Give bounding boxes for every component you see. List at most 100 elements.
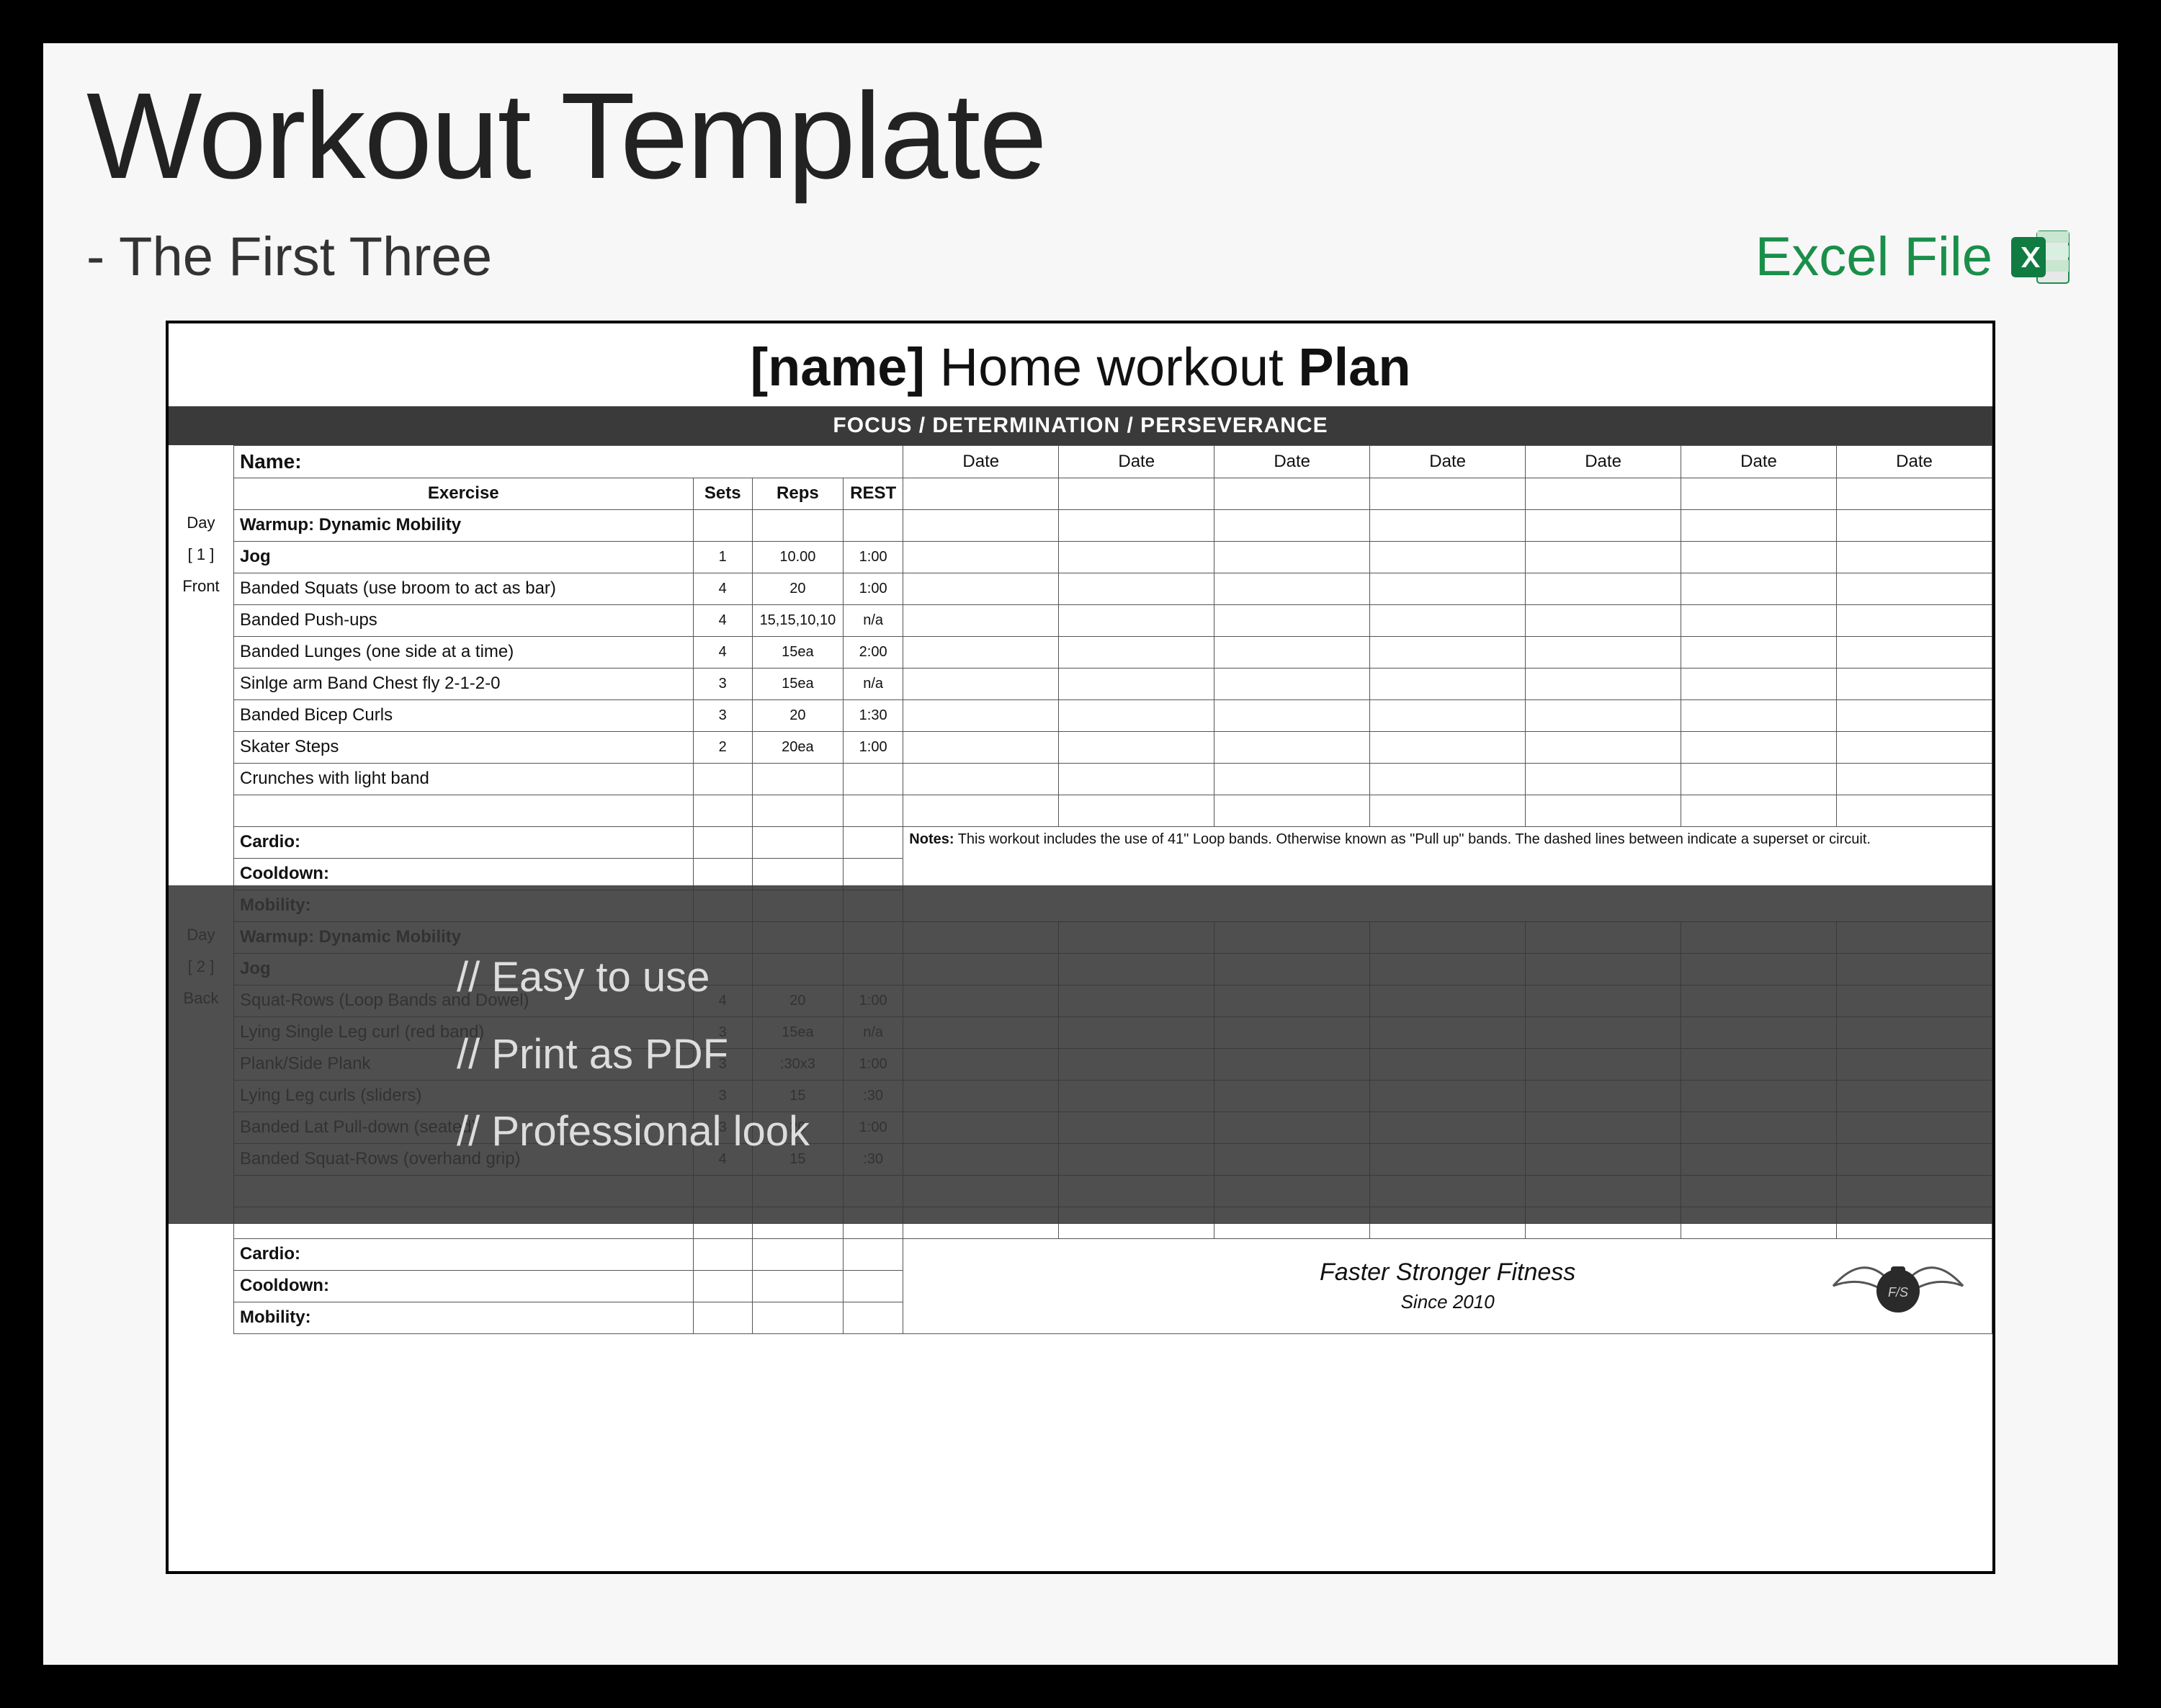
log-cell bbox=[1370, 731, 1526, 763]
date-cell-1: Date bbox=[903, 445, 1059, 478]
reps-cell: 15,15,10,10 bbox=[752, 604, 843, 636]
log-cell bbox=[1370, 763, 1526, 795]
log-cell bbox=[1059, 509, 1214, 541]
log-cell bbox=[1526, 604, 1681, 636]
side-label: [ 1 ] bbox=[169, 541, 233, 573]
side-label bbox=[169, 604, 233, 636]
rest-cell bbox=[843, 509, 903, 541]
excel-file-badge: Excel File bbox=[1755, 223, 2075, 292]
excel-label: Excel File bbox=[1755, 225, 1992, 288]
side-label bbox=[169, 795, 233, 826]
date-cell-3: Date bbox=[1214, 445, 1370, 478]
exercise-name: Warmup: Dynamic Mobility bbox=[233, 509, 693, 541]
reps-cell: 20 bbox=[752, 699, 843, 731]
col-sets: Sets bbox=[693, 478, 752, 509]
side-label bbox=[169, 731, 233, 763]
header-row: Exercise Sets Reps REST bbox=[169, 478, 1992, 509]
log-cell bbox=[1526, 699, 1681, 731]
reps-cell: 15ea bbox=[752, 668, 843, 699]
exercise-row: Front Banded Squats (use broom to act as… bbox=[169, 573, 1992, 604]
section-label: Mobility: bbox=[233, 1302, 693, 1333]
sets-cell: 1 bbox=[693, 541, 752, 573]
plan-title: [name] Home workout Plan bbox=[169, 323, 1992, 406]
overlay-line-3: // Professional look bbox=[457, 1107, 1704, 1155]
log-cell bbox=[1214, 541, 1370, 573]
log-cell bbox=[1059, 731, 1214, 763]
section-row: Cardio: Notes: This workout includes the… bbox=[169, 826, 1992, 858]
log-cell bbox=[1370, 795, 1526, 826]
exercise-name: Banded Squats (use broom to act as bar) bbox=[233, 573, 693, 604]
exercise-row: Day Warmup: Dynamic Mobility bbox=[169, 509, 1992, 541]
sets-cell bbox=[693, 509, 752, 541]
log-cell bbox=[1059, 636, 1214, 668]
rest-cell bbox=[843, 795, 903, 826]
log-cell bbox=[1837, 699, 1992, 731]
log-cell bbox=[1681, 509, 1837, 541]
log-cell bbox=[903, 541, 1059, 573]
log-cell bbox=[1681, 795, 1837, 826]
sets-cell bbox=[693, 763, 752, 795]
log-cell bbox=[1370, 573, 1526, 604]
log-cell bbox=[1370, 541, 1526, 573]
side-label bbox=[169, 636, 233, 668]
name-label: Name: bbox=[233, 445, 903, 478]
worksheet-preview: [name] Home workout Plan FOCUS / DETERMI… bbox=[166, 321, 1995, 1574]
exercise-name: Crunches with light band bbox=[233, 763, 693, 795]
reps-cell: 15ea bbox=[752, 636, 843, 668]
log-cell bbox=[1681, 668, 1837, 699]
log-cell bbox=[1837, 763, 1992, 795]
side-spacer bbox=[169, 445, 233, 478]
exercise-row bbox=[169, 795, 1992, 826]
log-cell bbox=[1837, 573, 1992, 604]
reps-cell bbox=[752, 763, 843, 795]
log-cell bbox=[1681, 636, 1837, 668]
exercise-row: Skater Steps 2 20ea 1:00 bbox=[169, 731, 1992, 763]
log-cell bbox=[1681, 763, 1837, 795]
log-cell bbox=[1214, 573, 1370, 604]
excel-icon bbox=[2005, 223, 2075, 292]
rest-cell: 1:00 bbox=[843, 731, 903, 763]
log-cell bbox=[1059, 541, 1214, 573]
exercise-row: Banded Push-ups 4 15,15,10,10 n/a bbox=[169, 604, 1992, 636]
log-cell bbox=[1526, 731, 1681, 763]
plan-title-plan: Plan bbox=[1298, 337, 1410, 397]
log-cell bbox=[903, 731, 1059, 763]
sets-cell: 3 bbox=[693, 668, 752, 699]
sub-row: - The First Three Excel File bbox=[86, 223, 2075, 292]
rest-cell: 2:00 bbox=[843, 636, 903, 668]
sets-cell: 4 bbox=[693, 604, 752, 636]
log-cell bbox=[1526, 795, 1681, 826]
log-cell bbox=[1526, 573, 1681, 604]
log-cell bbox=[903, 604, 1059, 636]
rest-cell bbox=[843, 763, 903, 795]
exercise-row: [ 1 ] Jog 1 10.00 1:00 bbox=[169, 541, 1992, 573]
rest-cell: n/a bbox=[843, 668, 903, 699]
log-cell bbox=[1837, 668, 1992, 699]
log-cell bbox=[1214, 668, 1370, 699]
log-cell bbox=[1059, 668, 1214, 699]
exercise-name: Skater Steps bbox=[233, 731, 693, 763]
log-cell bbox=[1370, 699, 1526, 731]
log-cell bbox=[903, 699, 1059, 731]
log-cell bbox=[1681, 731, 1837, 763]
exercise-row: Sinlge arm Band Chest fly 2-1-2-0 3 15ea… bbox=[169, 668, 1992, 699]
log-cell bbox=[1370, 604, 1526, 636]
side-label bbox=[169, 668, 233, 699]
log-cell bbox=[903, 509, 1059, 541]
sets-cell: 4 bbox=[693, 573, 752, 604]
reps-cell: 10.00 bbox=[752, 541, 843, 573]
col-exercise: Exercise bbox=[233, 478, 693, 509]
log-cell bbox=[903, 795, 1059, 826]
log-cell bbox=[1526, 668, 1681, 699]
log-cell bbox=[1837, 731, 1992, 763]
col-reps: Reps bbox=[752, 478, 843, 509]
log-cell bbox=[1526, 541, 1681, 573]
feature-overlay: // Easy to use // Print as PDF // Profes… bbox=[169, 885, 1992, 1224]
date-cell-5: Date bbox=[1526, 445, 1681, 478]
log-cell bbox=[1214, 509, 1370, 541]
log-cell bbox=[1681, 541, 1837, 573]
exercise-row: Banded Lunges (one side at a time) 4 15e… bbox=[169, 636, 1992, 668]
log-cell bbox=[1214, 795, 1370, 826]
section-row: Cardio: Faster Stronger FitnessSince 201… bbox=[169, 1238, 1992, 1270]
sets-cell: 4 bbox=[693, 636, 752, 668]
